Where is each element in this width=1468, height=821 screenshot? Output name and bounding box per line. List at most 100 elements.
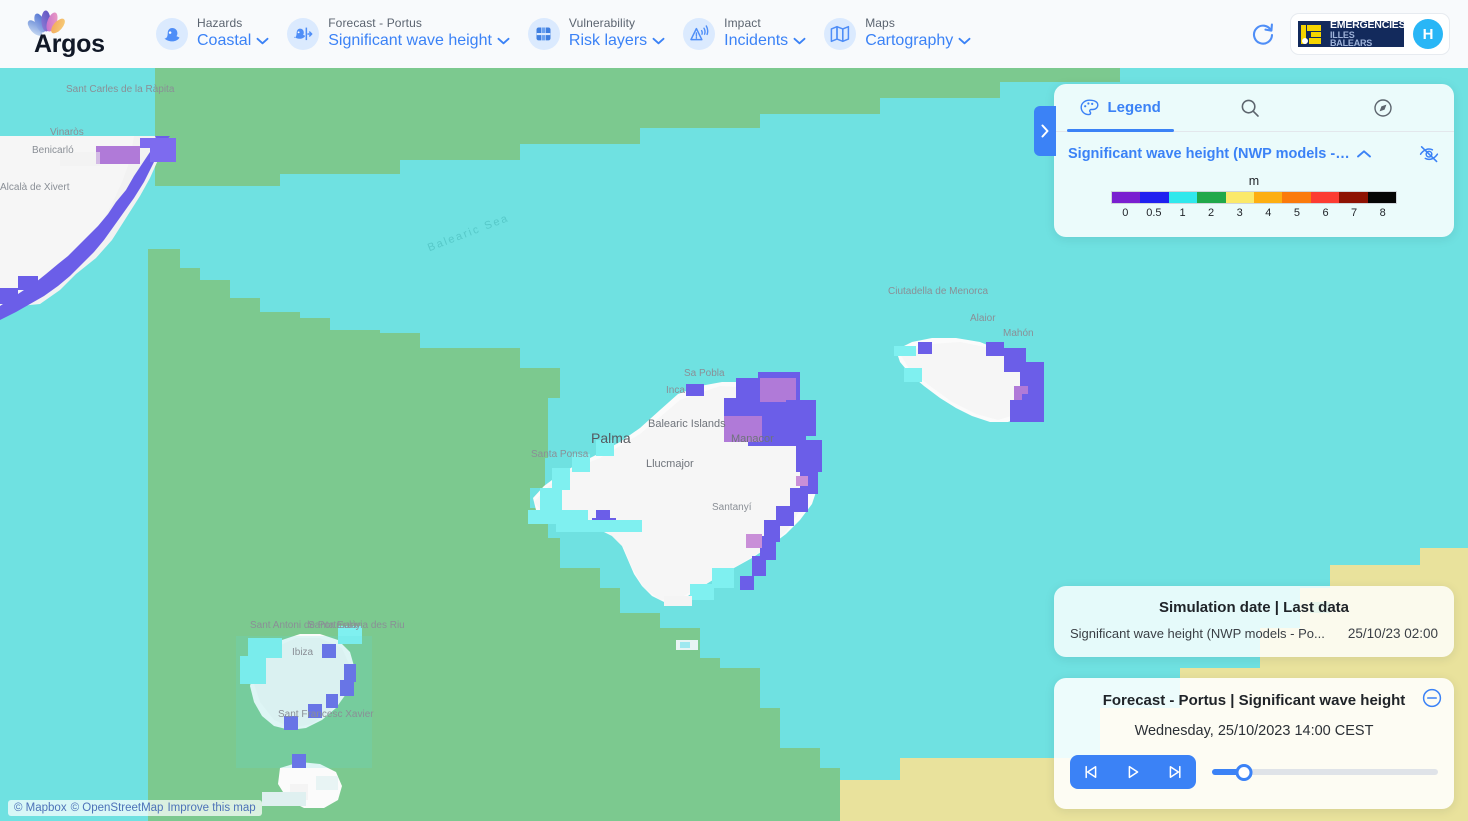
wave-icon (156, 18, 188, 50)
eye-off-icon (1419, 146, 1439, 163)
chevron-down-icon[interactable] (793, 37, 806, 45)
legend-visibility-toggle[interactable] (1418, 144, 1440, 164)
forecast-controls (1054, 739, 1454, 809)
tab-compass[interactable] (1321, 84, 1454, 131)
scale-tick-2: 1 (1179, 207, 1186, 219)
color-band-3 (1197, 192, 1226, 203)
nav-value-forecast: Significant wave height (328, 32, 492, 50)
skip-back-button[interactable] (1074, 755, 1108, 789)
simulation-last-data-date: 25/10/23 02:00 (1347, 626, 1438, 641)
map-attribution: © Mapbox © OpenStreetMap Improve this ma… (8, 800, 262, 816)
chevron-down-icon[interactable] (256, 37, 269, 45)
refresh-icon[interactable] (1250, 21, 1276, 47)
scale-tick-3: 2 (1208, 207, 1215, 219)
color-band-4 (1225, 192, 1255, 203)
slider-thumb[interactable] (1235, 763, 1253, 781)
scale-tick-5: 4 (1265, 207, 1272, 219)
simulation-date-panel: Simulation date | Last data Significant … (1054, 586, 1454, 657)
legend-content: Significant wave height (NWP models - P.… (1054, 132, 1454, 237)
forecast-player-panel: Forecast - Portus | Significant wave hei… (1054, 678, 1454, 809)
chevron-down-icon[interactable] (652, 37, 665, 45)
chevron-down-icon[interactable] (497, 37, 510, 45)
scale-tick-8: 7 (1351, 207, 1358, 219)
tab-legend-label: Legend (1107, 99, 1161, 116)
legend-layer-header: Significant wave height (NWP models - P.… (1068, 144, 1440, 164)
legend-collapse-toggle[interactable] (1356, 149, 1372, 159)
legend-color-scale: m 0 0.5 1 2 3 4 5 6 7 8 (1068, 174, 1440, 221)
forecast-panel-title: Forecast - Portus | Significant wave hei… (1102, 692, 1406, 709)
play-icon (1128, 765, 1139, 779)
nav-value-vulnerability: Risk layers (568, 32, 648, 50)
scale-tick-9: 8 (1379, 207, 1386, 219)
nav-value-maps: Cartography (865, 32, 954, 50)
forecast-time-slider[interactable] (1212, 763, 1438, 781)
legend-layer-title: Significant wave height (NWP models - P.… (1068, 146, 1350, 162)
color-scale-ticks: 0 0.5 1 2 3 4 5 6 7 8 (1111, 207, 1397, 221)
forecast-datetime: Wednesday, 25/10/2023 14:00 CEST (1134, 723, 1374, 739)
simulation-layer-name: Significant wave height (NWP models - Po… (1070, 626, 1325, 641)
nav-category-hazards: Hazards (197, 16, 243, 31)
emergencies-illes-balears-logo: EMERGÈNCIES ILLES BALEARS (1298, 21, 1404, 47)
nav-item-impact[interactable]: Impact Incidents (679, 13, 814, 54)
panel-collapse-toggle[interactable] (1034, 106, 1056, 156)
wave-arrow-icon (287, 18, 320, 50)
color-band-6 (1282, 192, 1311, 203)
organization-badge[interactable]: EMERGÈNCIES ILLES BALEARS H (1290, 13, 1450, 55)
scale-tick-7: 6 (1322, 207, 1329, 219)
color-band-5 (1254, 192, 1283, 203)
color-band-2 (1168, 192, 1198, 203)
header-nav: Hazards Coastal Forecast - Portus Signif… (152, 13, 979, 54)
forecast-playback-buttons (1070, 755, 1196, 789)
simulation-panel-title: Simulation date | Last data (1158, 599, 1350, 616)
color-band-7 (1310, 192, 1340, 203)
color-band-1 (1140, 192, 1169, 203)
nav-item-maps[interactable]: Maps Cartography (820, 13, 979, 54)
app-name: Argos (34, 30, 105, 58)
org-mark-icon (1301, 24, 1327, 45)
play-button[interactable] (1116, 755, 1150, 789)
attribution-improve-map[interactable]: Improve this map (167, 802, 255, 814)
scale-tick-4: 3 (1236, 207, 1243, 219)
skip-forward-icon (1169, 765, 1181, 779)
forecast-panel-header: Forecast - Portus | Significant wave hei… (1054, 678, 1454, 709)
scale-tick-0: 0 (1122, 207, 1129, 219)
nav-category-forecast: Forecast - Portus (328, 16, 422, 31)
compass-icon (1374, 98, 1393, 117)
org-line-3: BALEARS (1330, 37, 1373, 47)
simulation-row: Significant wave height (NWP models - Po… (1054, 626, 1454, 657)
app-header: Argos Hazards Coastal Forecast - Portus (0, 0, 1468, 68)
legend-panel: Legend Significant wave height (NWP mode… (1054, 84, 1454, 237)
nav-value-impact: Incidents (724, 32, 789, 50)
nav-category-vulnerability: Vulnerability (568, 16, 636, 31)
header-right-actions: EMERGÈNCIES ILLES BALEARS H (1250, 13, 1450, 55)
skip-back-icon (1085, 765, 1097, 779)
attribution-openstreetmap[interactable]: © OpenStreetMap (71, 802, 164, 814)
palette-icon (1080, 99, 1099, 116)
color-scale-bar (1111, 191, 1397, 204)
forecast-minimize-button[interactable] (1422, 688, 1442, 708)
folded-map-icon (824, 18, 857, 50)
nav-item-vulnerability[interactable]: Vulnerability Risk layers (524, 13, 673, 54)
chevron-right-icon (1041, 124, 1049, 138)
legend-tab-bar: Legend (1054, 84, 1454, 132)
nav-item-forecast[interactable]: Forecast - Portus Significant wave heigh… (283, 13, 518, 54)
chevron-down-icon[interactable] (958, 37, 971, 45)
color-band-0 (1112, 192, 1141, 203)
scale-tick-1: 0.5 (1146, 207, 1162, 219)
chevron-up-icon (1357, 150, 1371, 158)
tab-legend[interactable]: Legend (1054, 84, 1187, 132)
minus-circle-icon (1422, 688, 1442, 708)
tab-search[interactable] (1187, 84, 1320, 131)
avatar[interactable]: H (1413, 19, 1443, 49)
color-band-8 (1339, 192, 1368, 203)
legend-unit-label: m (1248, 174, 1260, 188)
life-vest-icon (527, 18, 560, 50)
nav-value-hazards: Coastal (197, 32, 252, 50)
skip-forward-button[interactable] (1158, 755, 1192, 789)
scale-tick-6: 5 (1293, 207, 1300, 219)
nav-category-impact: Impact (724, 16, 761, 31)
attribution-mapbox[interactable]: © Mapbox (14, 802, 67, 814)
app-logo[interactable]: Argos (18, 8, 126, 60)
nav-category-maps: Maps (865, 16, 895, 31)
nav-item-hazards[interactable]: Hazards Coastal (152, 13, 277, 54)
